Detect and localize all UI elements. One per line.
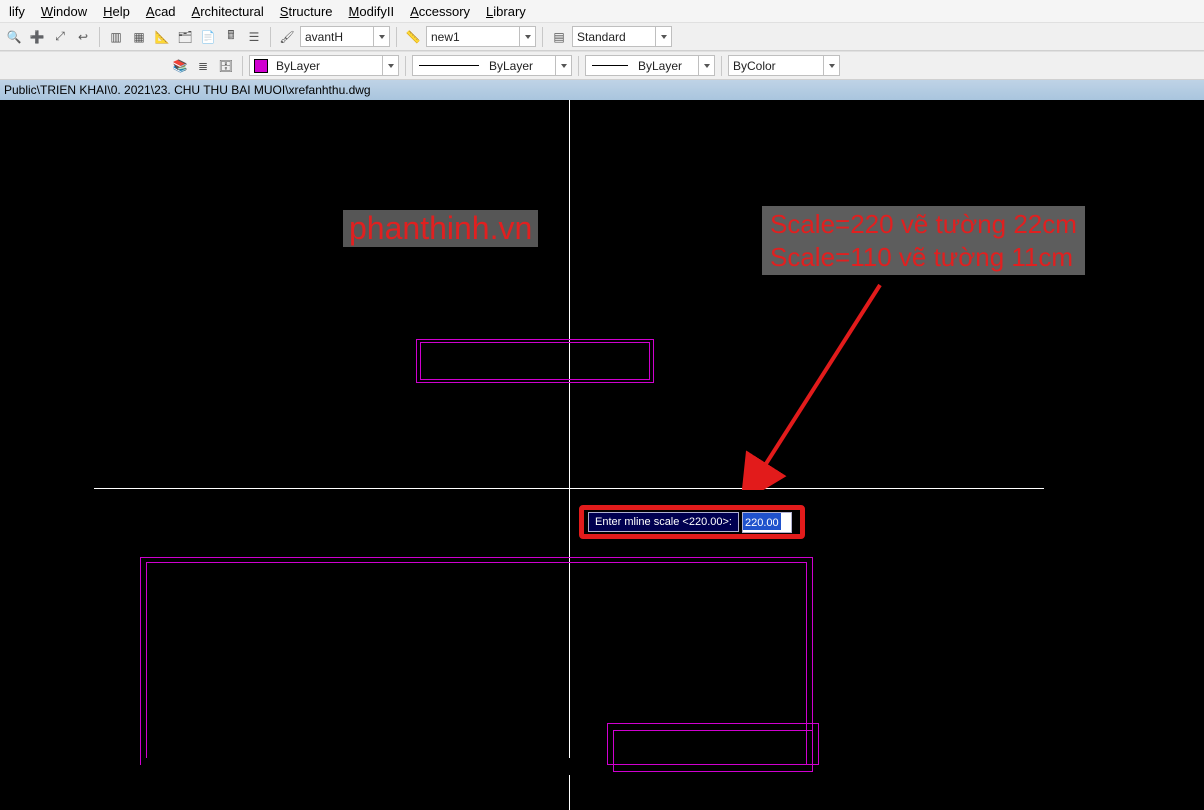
chevron-down-icon bbox=[655, 27, 671, 46]
linetype-dropdown[interactable]: ByLayer bbox=[412, 55, 572, 76]
toolbar-1: 🔍 ➕ ⤢ ↩ ▥ ▦ 📐 🗂 📄 🖩 ☰ 🖌 avantH 📏 new1 ▤ … bbox=[0, 22, 1204, 51]
zoom-previous-icon[interactable]: ↩ bbox=[73, 27, 93, 47]
color-swatch-icon bbox=[254, 59, 268, 73]
menu-item-library[interactable]: Library bbox=[481, 3, 531, 20]
properties-icon[interactable]: ☰ bbox=[244, 27, 264, 47]
paint-icon[interactable]: 🖌 bbox=[277, 27, 297, 47]
chevron-down-icon bbox=[698, 56, 714, 75]
table-style-icon[interactable]: ▤ bbox=[549, 27, 569, 47]
lineweight-dropdown[interactable]: ByLayer bbox=[585, 55, 715, 76]
layer-states-icon[interactable]: ≣ bbox=[193, 56, 213, 76]
ribbon-icon[interactable]: ▥ bbox=[106, 27, 126, 47]
mask bbox=[146, 758, 606, 768]
calculator-icon[interactable]: 🖩 bbox=[221, 27, 241, 47]
menu-item-architectural[interactable]: Architectural bbox=[187, 3, 269, 20]
table-style-dropdown[interactable]: Standard bbox=[572, 26, 672, 47]
plot-color-dropdown[interactable]: ByColor bbox=[728, 55, 840, 76]
dim-style-dropdown[interactable]: new1 bbox=[426, 26, 536, 47]
command-prompt-label: Enter mline scale <220.00>: bbox=[588, 512, 739, 532]
line-preview-icon bbox=[419, 65, 479, 66]
dim-style-icon[interactable]: 📏 bbox=[403, 27, 423, 47]
chevron-down-icon bbox=[373, 27, 389, 46]
crosshair-horizontal bbox=[94, 488, 1044, 489]
menu-item-accessory[interactable]: Accessory bbox=[405, 3, 475, 20]
menu-item-acad[interactable]: Acad bbox=[141, 3, 181, 20]
watermark-text: phanthinh.vn bbox=[343, 210, 538, 247]
zoom-in-icon[interactable]: ➕ bbox=[27, 27, 47, 47]
text-style-dropdown[interactable]: avantH bbox=[300, 26, 390, 47]
sheet-set-icon[interactable]: 📄 bbox=[198, 27, 218, 47]
chevron-down-icon bbox=[823, 56, 839, 75]
annotation-note: Scale=220 vẽ tường 22cm Scale=110 vẽ tườ… bbox=[762, 206, 1085, 275]
zoom-window-icon[interactable]: ⤢ bbox=[50, 27, 70, 47]
menu-item-structure[interactable]: Structure bbox=[275, 3, 338, 20]
dynamic-input-frame: Enter mline scale <220.00>: 220.00 bbox=[579, 505, 805, 539]
chevron-down-icon bbox=[382, 56, 398, 75]
menu-item-help[interactable]: Help bbox=[98, 3, 135, 20]
drawing-shape bbox=[607, 723, 819, 765]
chevron-down-icon bbox=[519, 27, 535, 46]
tool-palettes-icon[interactable]: 🗂 bbox=[175, 27, 195, 47]
drawing-viewport[interactable]: phanthinh.vn Scale=220 vẽ tường 22cm Sca… bbox=[0, 100, 1204, 810]
menu-item-window[interactable]: Window bbox=[36, 3, 92, 20]
annotation-arrow-icon bbox=[740, 280, 940, 490]
grid-icon[interactable]: ▦ bbox=[129, 27, 149, 47]
layer-icon[interactable]: 📚 bbox=[170, 56, 190, 76]
menu-bar: lify Window Help Acad Architectural Stru… bbox=[0, 0, 1204, 22]
toolbar-2: 📚 ≣ 🗄 ByLayer ByLayer ByLayer ByColor bbox=[0, 51, 1204, 80]
layer-dropdown[interactable]: ByLayer bbox=[249, 55, 399, 76]
chevron-down-icon bbox=[555, 56, 571, 75]
document-path-bar: Public\TRIEN KHAI\0. 2021\23. CHU THU BA… bbox=[0, 80, 1204, 100]
line-preview-icon bbox=[592, 65, 628, 66]
document-path: Public\TRIEN KHAI\0. 2021\23. CHU THU BA… bbox=[4, 83, 371, 97]
design-center-icon[interactable]: 📐 bbox=[152, 27, 172, 47]
menu-item-modify2[interactable]: ModifyII bbox=[344, 3, 400, 20]
menu-item-modify[interactable]: lify bbox=[4, 3, 30, 20]
command-input[interactable]: 220.00 bbox=[742, 512, 792, 533]
layer-manager-icon[interactable]: 🗄 bbox=[216, 56, 236, 76]
drawing-shape bbox=[420, 342, 650, 380]
zoom-realtime-icon[interactable]: 🔍 bbox=[4, 27, 24, 47]
